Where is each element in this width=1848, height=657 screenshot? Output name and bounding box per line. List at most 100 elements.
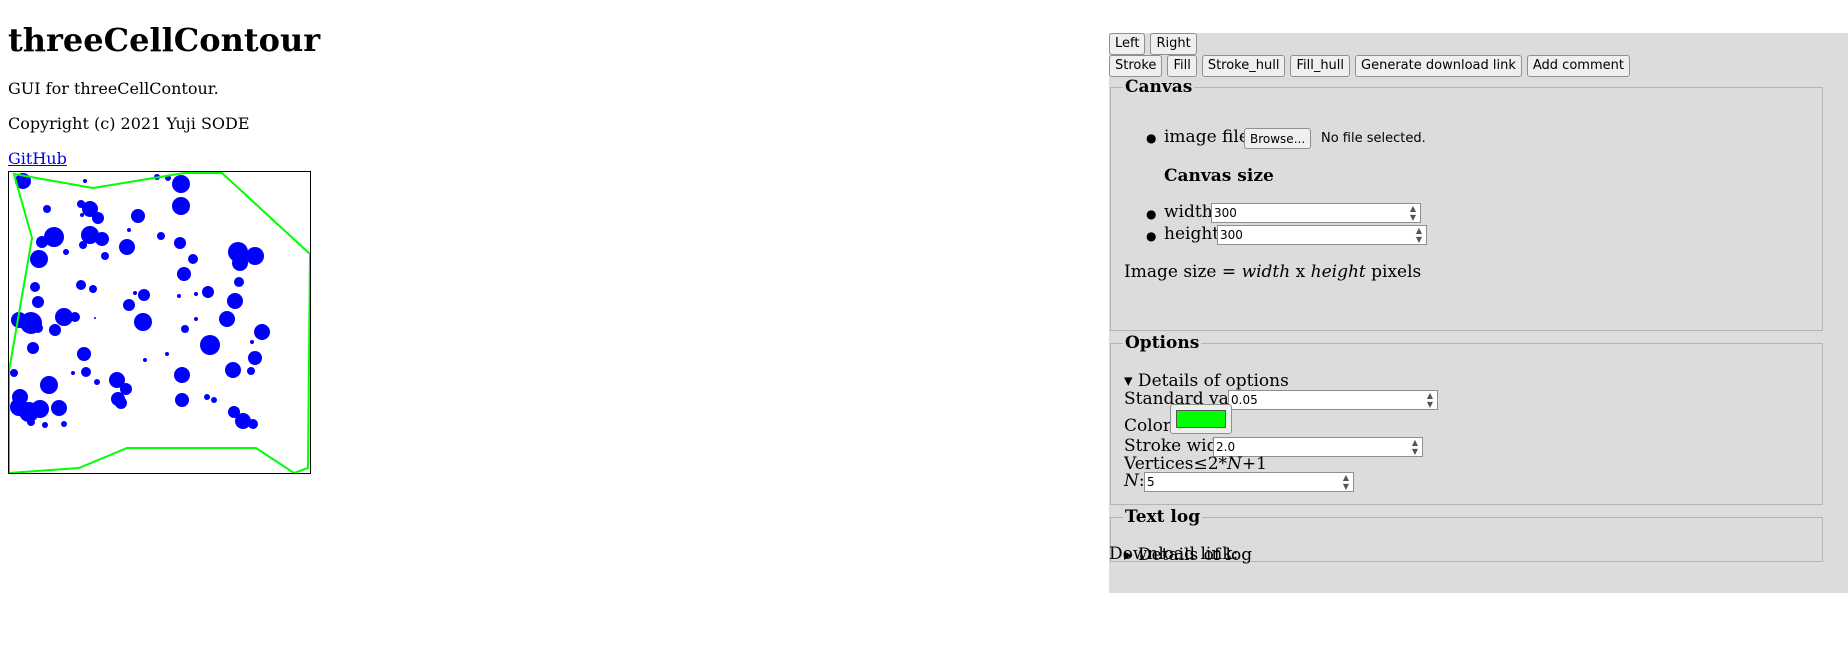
options-details-toggle[interactable]: ▾ Details of options xyxy=(1124,371,1289,391)
n-input[interactable]: 5 ▲ ▼ xyxy=(1144,472,1354,492)
color-swatch xyxy=(1176,410,1226,428)
add-comment-button[interactable]: Add comment xyxy=(1526,55,1630,77)
vertices-text-n: N xyxy=(1227,454,1242,474)
cell-dot xyxy=(76,280,86,290)
cell-dot xyxy=(94,379,100,385)
cell-dot xyxy=(79,241,87,249)
width-value: 300 xyxy=(1214,206,1237,220)
page-title: threeCellContour xyxy=(8,21,321,59)
copyright-text: Copyright (c) 2021 Yuji SODE xyxy=(8,114,250,133)
canvas-size-heading: Canvas size xyxy=(1164,166,1274,186)
standard-value-value: 0.05 xyxy=(1231,393,1258,407)
color-label: Color xyxy=(1124,416,1172,436)
cell-dot xyxy=(133,291,137,295)
cell-dot xyxy=(172,197,190,215)
cell-dot xyxy=(174,237,186,249)
cell-dot xyxy=(43,205,51,213)
cell-dot xyxy=(175,393,189,407)
right-button[interactable]: Right xyxy=(1150,33,1197,55)
bullet-icon: ● xyxy=(1146,131,1157,145)
cell-dot xyxy=(119,239,135,255)
cell-dot xyxy=(27,418,35,426)
drawing-canvas[interactable] xyxy=(8,171,311,474)
spinner-icon[interactable]: ▲ ▼ xyxy=(1410,204,1416,222)
bullet-icon: ● xyxy=(1146,207,1157,221)
image-size-height: height xyxy=(1310,262,1366,282)
cell-dot xyxy=(202,286,214,298)
cell-dot xyxy=(234,277,244,287)
image-size-x: x xyxy=(1290,262,1311,282)
cell-dot xyxy=(33,323,43,333)
standard-value-input[interactable]: 0.05 ▲ ▼ xyxy=(1228,390,1438,410)
no-file-text: No file selected. xyxy=(1321,131,1426,146)
cell-dot xyxy=(101,252,109,260)
cell-dot xyxy=(71,371,75,375)
cell-dot xyxy=(248,351,262,365)
cell-dot xyxy=(200,335,220,355)
cell-dot xyxy=(211,397,217,403)
stroke-width-value: 2.0 xyxy=(1216,440,1236,454)
cell-dot xyxy=(42,422,48,428)
contour-hull xyxy=(9,172,310,473)
image-size-text: Image size = width x height pixels xyxy=(1124,262,1421,282)
color-picker[interactable] xyxy=(1170,404,1232,434)
height-input[interactable]: 300 ▲ ▼ xyxy=(1217,225,1427,245)
canvas-legend: Canvas xyxy=(1125,77,1193,97)
cell-dot xyxy=(188,254,198,264)
stroke-hull-button[interactable]: Stroke_hull xyxy=(1201,55,1286,77)
cell-dot xyxy=(194,317,198,321)
cell-dot xyxy=(225,362,241,378)
height-label: height xyxy=(1164,224,1220,244)
cell-dot xyxy=(89,285,97,293)
cell-dot xyxy=(247,367,255,375)
cell-dot xyxy=(94,317,96,319)
spinner-icon[interactable]: ▲ ▼ xyxy=(1412,438,1418,456)
github-link[interactable]: GitHub xyxy=(8,149,67,168)
spinner-icon[interactable]: ▲ ▼ xyxy=(1416,226,1422,244)
cell-dot xyxy=(32,296,44,308)
cell-dot xyxy=(70,312,80,322)
cell-dot xyxy=(248,419,258,429)
cell-dot xyxy=(235,413,251,429)
image-size-width: width xyxy=(1241,262,1291,282)
cell-dot xyxy=(143,358,147,362)
n-label: N: xyxy=(1124,471,1145,491)
width-input[interactable]: 300 ▲ ▼ xyxy=(1211,203,1421,223)
cell-dot xyxy=(138,289,150,301)
width-label: width xyxy=(1164,202,1213,222)
cell-dot xyxy=(254,324,270,340)
cell-dot xyxy=(49,324,61,336)
cell-dot xyxy=(123,299,135,311)
cell-dot xyxy=(131,209,145,223)
cell-dot xyxy=(181,325,189,333)
n-label-letter: N xyxy=(1124,471,1139,491)
stroke-button[interactable]: Stroke xyxy=(1109,55,1163,77)
browse-button[interactable]: Browse... xyxy=(1244,128,1312,149)
cell-dot xyxy=(92,212,104,224)
spinner-icon[interactable]: ▲ ▼ xyxy=(1343,473,1349,491)
vertices-text: Vertices≤2*N+1 xyxy=(1124,454,1267,474)
fill-hull-button[interactable]: Fill_hull xyxy=(1290,55,1351,77)
cell-dot xyxy=(27,342,39,354)
page-description: GUI for threeCellContour. xyxy=(8,79,219,98)
cell-dot xyxy=(219,311,235,327)
cell-contour-image xyxy=(9,172,310,473)
cell-dot xyxy=(51,400,67,416)
cell-dot xyxy=(36,236,48,248)
cell-dot xyxy=(95,232,109,246)
fill-button[interactable]: Fill xyxy=(1167,55,1197,77)
generate-download-link-button[interactable]: Generate download link xyxy=(1355,55,1522,77)
cell-dot xyxy=(127,228,131,232)
control-panel: Left Right Stroke Fill Stroke_hull Fill_… xyxy=(1109,33,1848,593)
cell-dot xyxy=(81,367,91,377)
cell-dot xyxy=(232,255,248,271)
n-value: 5 xyxy=(1147,475,1155,489)
image-file-label: image file xyxy=(1164,127,1249,147)
cell-dot xyxy=(134,313,152,331)
left-button[interactable]: Left xyxy=(1109,33,1146,55)
cell-dot xyxy=(115,397,127,409)
image-size-suffix: pixels xyxy=(1365,262,1422,282)
spinner-icon[interactable]: ▲ ▼ xyxy=(1427,391,1433,409)
cell-dot xyxy=(250,340,254,344)
cell-dot xyxy=(177,267,191,281)
